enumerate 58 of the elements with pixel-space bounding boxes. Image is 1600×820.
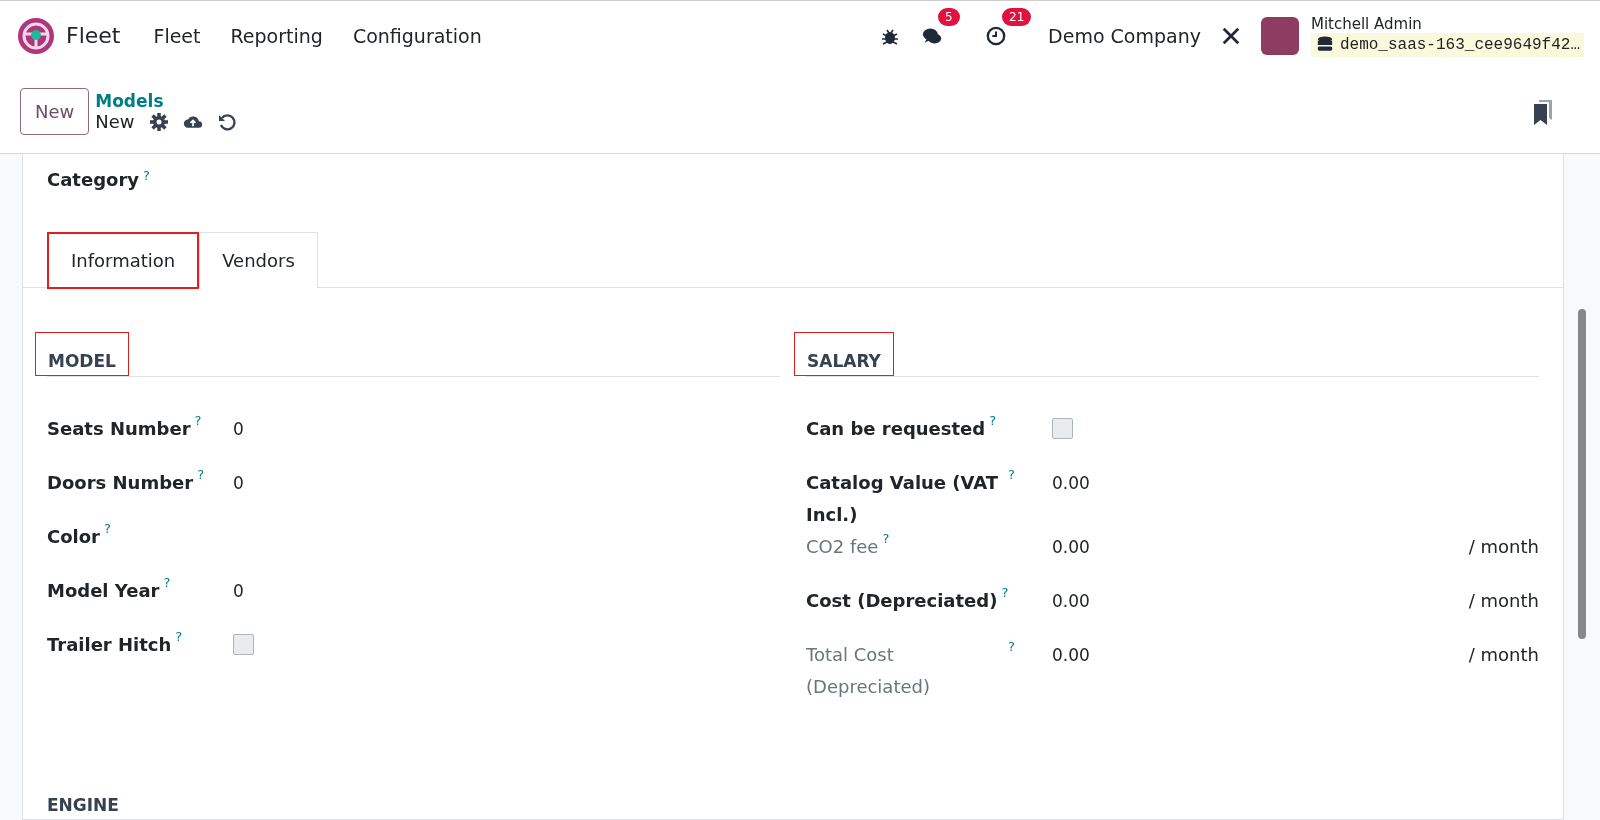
group-title: SALARY bbox=[794, 332, 894, 376]
field-value[interactable]: 0.00 bbox=[1052, 473, 1090, 493]
help-tooltip[interactable]: ? bbox=[989, 413, 997, 428]
clock-icon[interactable] bbox=[986, 25, 1007, 46]
field-label: Color bbox=[47, 525, 100, 549]
help-tooltip[interactable]: ? bbox=[104, 521, 111, 536]
help-tooltip[interactable]: ? bbox=[1008, 467, 1015, 482]
field-value[interactable]: 0.00 bbox=[1052, 645, 1090, 665]
checkbox[interactable] bbox=[233, 634, 254, 655]
unit-label: / month bbox=[1468, 644, 1539, 665]
field-value[interactable]: 0 bbox=[233, 419, 244, 439]
steering-wheel-icon[interactable] bbox=[16, 15, 56, 56]
help-tooltip[interactable]: ? bbox=[197, 467, 205, 482]
checkbox[interactable] bbox=[1052, 418, 1073, 439]
settings-icon[interactable] bbox=[148, 111, 169, 132]
unit-label: / month bbox=[1468, 590, 1539, 611]
group-title: MODEL bbox=[35, 332, 129, 376]
database-name: demo_saas-163_cee9649f42… bbox=[1339, 35, 1580, 54]
field-label: Trailer Hitch bbox=[47, 633, 172, 657]
help-tooltip[interactable]: ? bbox=[163, 575, 171, 590]
tab[interactable]: Information bbox=[47, 232, 200, 289]
field-label: Category bbox=[47, 169, 140, 191]
field-label: Total Cost (Depreciated) bbox=[806, 643, 931, 699]
menu-item[interactable]: Reporting bbox=[230, 24, 323, 47]
help-tooltip[interactable]: ? bbox=[1008, 639, 1015, 654]
field-value[interactable]: 0.00 bbox=[1052, 537, 1090, 557]
record-name: New bbox=[95, 111, 135, 132]
new-button[interactable]: New bbox=[20, 88, 90, 135]
help-tooltip[interactable]: ? bbox=[882, 531, 890, 546]
undo-icon[interactable] bbox=[216, 111, 237, 132]
company-switcher[interactable]: Demo Company bbox=[1048, 24, 1201, 47]
bookmark-icon[interactable] bbox=[1532, 97, 1554, 126]
field-value[interactable]: 0 bbox=[233, 473, 244, 493]
app-name[interactable]: Fleet bbox=[66, 23, 121, 48]
avatar[interactable] bbox=[1260, 16, 1299, 55]
notification-badge: 21 bbox=[1002, 7, 1032, 26]
field-label: CO2 fee bbox=[806, 535, 879, 559]
help-tooltip[interactable]: ? bbox=[194, 413, 202, 428]
help-tooltip[interactable]: ? bbox=[175, 629, 183, 644]
field-label: Catalog Value (VAT Incl.) bbox=[806, 471, 1000, 527]
field-value[interactable]: 0.00 bbox=[1052, 591, 1090, 611]
help-tooltip[interactable]: ? bbox=[1001, 585, 1009, 600]
unit-label: / month bbox=[1468, 536, 1539, 557]
field-label: Doors Number bbox=[47, 471, 194, 495]
menu-item[interactable]: Configuration bbox=[352, 24, 482, 47]
group-title: ENGINE bbox=[47, 795, 119, 815]
field-label: Can be requested bbox=[806, 417, 986, 441]
user-name[interactable]: Mitchell Admin bbox=[1310, 14, 1584, 33]
field-label: Seats Number bbox=[47, 417, 191, 441]
scrollbar-thumb[interactable] bbox=[1578, 309, 1586, 639]
help-tooltip[interactable]: ? bbox=[143, 168, 150, 183]
field-label: Cost (Depreciated) bbox=[806, 589, 998, 613]
breadcrumb-link[interactable]: Models bbox=[95, 91, 237, 111]
menu-item[interactable]: Fleet bbox=[153, 24, 201, 47]
field-value[interactable]: 0 bbox=[233, 581, 244, 601]
tab[interactable]: Vendors bbox=[199, 232, 318, 288]
field-label: Model Year bbox=[47, 579, 160, 603]
notification-badge: 5 bbox=[938, 7, 960, 26]
